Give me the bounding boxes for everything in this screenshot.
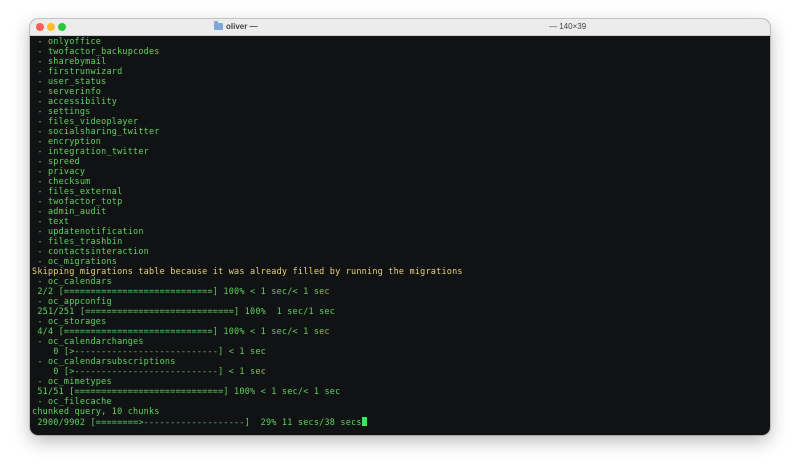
terminal-line: - updatenotification [32,227,770,237]
terminal-window: oliver — — 140×39 - onlyoffice - twofact… [30,19,770,435]
terminal-line: - oc_appconfig [32,297,770,307]
title-bar[interactable]: oliver — — 140×39 [30,19,770,36]
terminal-line: 0 [>---------------------------] < 1 sec [32,347,770,357]
cursor-block [361,417,367,426]
terminal-line: 0 [>---------------------------] < 1 sec [32,367,770,377]
terminal-line: - oc_calendarchanges [32,337,770,347]
terminal-line: - files_external [32,187,770,197]
minimize-button[interactable] [47,23,55,31]
terminal-line-text: chunked query, 10 chunks [32,407,160,417]
terminal-line-text: - twofactor_backupcodes [32,47,160,57]
terminal-line-text: - oc_mimetypes [32,377,112,387]
terminal-line-text: 51/51 [============================] 100… [32,387,341,397]
terminal-line-text: - oc_filecache [32,397,112,407]
terminal-line-text: - encryption [32,137,102,147]
close-button[interactable] [36,23,44,31]
terminal-line-text: - oc_storages [32,317,107,327]
terminal-line: - sharebymail [32,57,770,67]
terminal-line-text: - oc_migrations [32,257,118,267]
terminal-line-text: - user_status [32,77,107,87]
terminal-line-text: - oc_calendarsubscriptions [32,357,176,367]
terminal-line: - settings [32,107,770,117]
terminal-line: - twofactor_totp [32,197,770,207]
terminal-line: - serverinfo [32,87,770,97]
terminal-line: - integration_twitter [32,147,770,157]
terminal-line: - contactsinteraction [32,247,770,257]
terminal-line-text: - oc_calendarchanges [32,337,144,347]
terminal-line-text: - files_external [32,187,123,197]
terminal-line-text: - oc_appconfig [32,297,112,307]
terminal-line-text: - sharebymail [32,57,107,67]
terminal-line: - admin_audit [32,207,770,217]
terminal-line: - oc_calendarsubscriptions [32,357,770,367]
terminal-line: - encryption [32,137,770,147]
terminal-line: - files_trashbin [32,237,770,247]
terminal-line-text: 0 [>---------------------------] < 1 sec [32,367,266,377]
terminal-line: 2900/9902 [========>-------------------]… [32,417,770,428]
terminal-line-text: - twofactor_totp [32,197,123,207]
terminal-line-text: - socialsharing_twitter [32,127,160,137]
terminal-line-text: - onlyoffice [32,37,102,47]
terminal-line-text: 0 [>---------------------------] < 1 sec [32,347,266,357]
terminal-line-text: 2900/9902 [========>-------------------]… [32,418,362,428]
terminal-line: - oc_mimetypes [32,377,770,387]
terminal-line: - text [32,217,770,227]
terminal-line-text: 251/251 [============================] 1… [32,307,336,317]
terminal-line: 2/2 [============================] 100% … [32,287,770,297]
window-title: oliver — [214,21,258,31]
terminal-line-text: - firstrunwizard [32,67,123,77]
terminal-line: 51/51 [============================] 100… [32,387,770,397]
terminal-line-text: - contactsinteraction [32,247,149,257]
terminal-line: - checksum [32,177,770,187]
terminal-line-text: - serverinfo [32,87,102,97]
terminal-line: - oc_filecache [32,397,770,407]
terminal-line-text: - oc_calendars [32,277,112,287]
terminal-line-text: - updatenotification [32,227,144,237]
terminal-line: - twofactor_backupcodes [32,47,770,57]
terminal-line: - oc_migrations [32,257,770,267]
zoom-button[interactable] [58,23,66,31]
terminal-line-text: - settings [32,107,91,117]
terminal-line: chunked query, 10 chunks [32,407,770,417]
terminal-line-text: - files_videoplayer [32,117,139,127]
terminal-line: 4/4 [============================] 100% … [32,327,770,337]
terminal-line-text: 2/2 [============================] 100% … [32,287,330,297]
terminal-line-text: - integration_twitter [32,147,149,157]
terminal-output[interactable]: - onlyoffice - twofactor_backupcodes - s… [30,36,770,435]
terminal-line-text: - spreed [32,157,80,167]
terminal-line: Skipping migrations table because it was… [32,267,770,277]
terminal-line-text: - text [32,217,70,227]
terminal-line-text: 4/4 [============================] 100% … [32,327,330,337]
terminal-line: - socialsharing_twitter [32,127,770,137]
terminal-line: - privacy [32,167,770,177]
terminal-line-text: - files_trashbin [32,237,123,247]
terminal-line: - oc_storages [32,317,770,327]
terminal-line: - accessibility [32,97,770,107]
terminal-line: - firstrunwizard [32,67,770,77]
terminal-line-text: - admin_audit [32,207,107,217]
terminal-line: - oc_calendars [32,277,770,287]
terminal-line: - onlyoffice [32,37,770,47]
terminal-line: - user_status [32,77,770,87]
title-size: — 140×39 [549,22,587,31]
terminal-line-text: - privacy [32,167,86,177]
terminal-line: 251/251 [============================] 1… [32,307,770,317]
title-user: oliver — [226,22,258,31]
folder-icon [214,21,223,30]
terminal-line: - files_videoplayer [32,117,770,127]
terminal-line-text: - accessibility [32,97,118,107]
terminal-line-text: Skipping migrations table because it was… [32,267,463,277]
terminal-line-text: - checksum [32,177,91,187]
terminal-line: - spreed [32,157,770,167]
